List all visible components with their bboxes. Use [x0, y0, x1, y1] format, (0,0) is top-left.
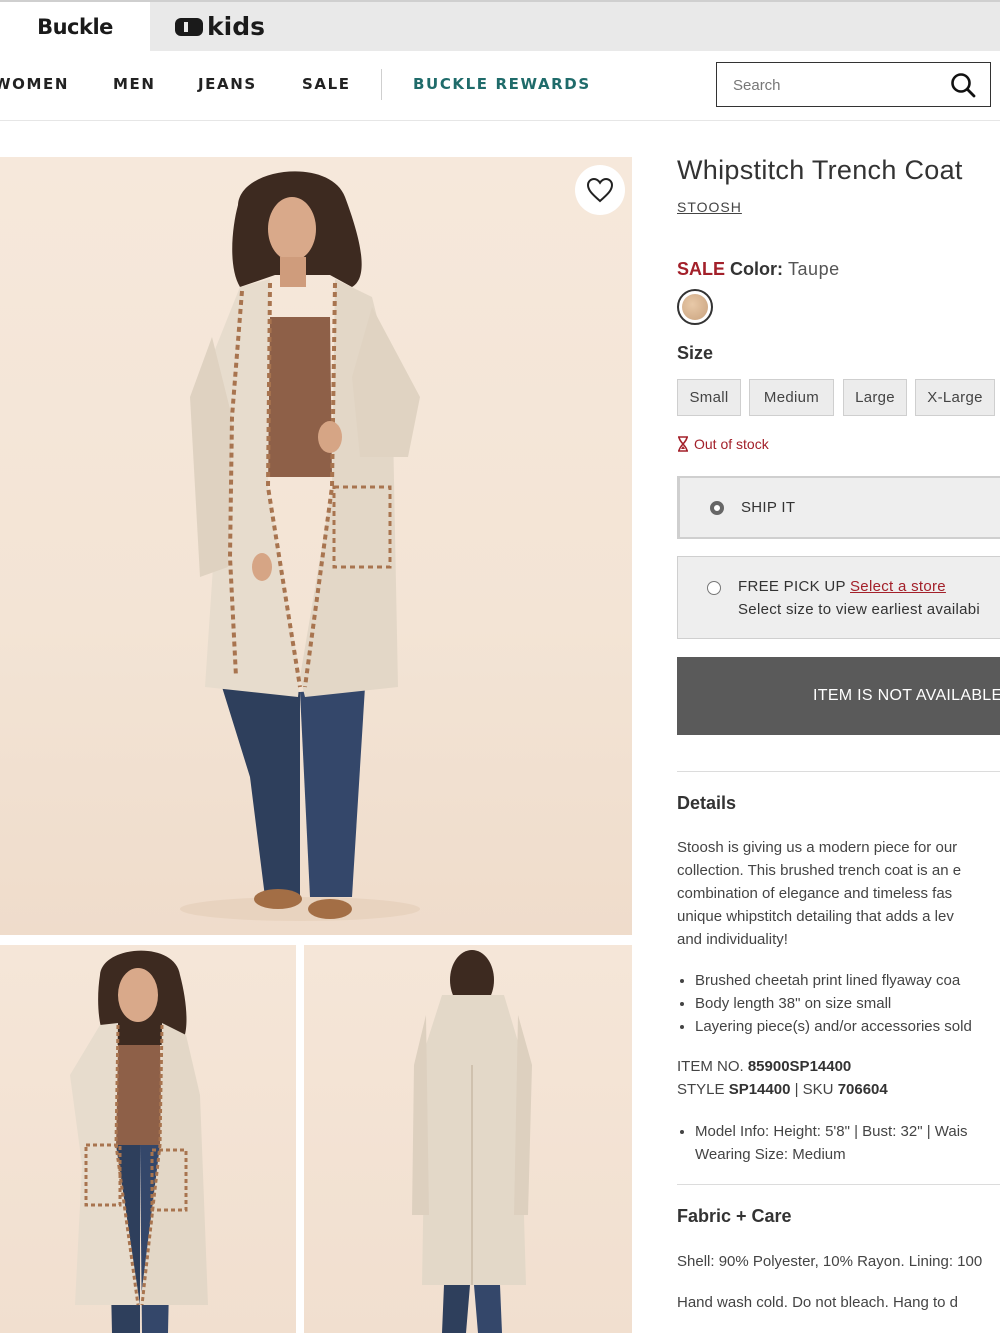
sale-label: SALE [677, 259, 726, 279]
item-number-value: 85900SP14400 [747, 1058, 852, 1075]
list-item: Body length 38" on size small [695, 992, 1000, 1015]
model-info-list: Model Info: Height: 5'8" | Bust: 32" | W… [677, 1120, 1000, 1166]
pickup-label: FREE PICK UP [738, 578, 846, 595]
stock-status: Out of stock [677, 436, 769, 452]
select-store-link[interactable]: Select a store [850, 578, 946, 595]
search-box [716, 62, 991, 107]
description-line: and individuality! [677, 931, 788, 948]
favorite-button[interactable] [575, 165, 625, 215]
buckle-kids-logo-icon [175, 17, 203, 36]
hourglass-icon [678, 436, 688, 452]
stock-status-text: Out of stock [694, 436, 769, 452]
main-nav: WOMEN MEN JEANS SALE BUCKLE REWARDS [0, 51, 1000, 121]
description-line: unique whipstitch detailing that adds a … [677, 908, 954, 925]
item-number-label: ITEM NO. [677, 1058, 744, 1075]
style-sku-line: STYLE SP14400 | SKU 706604 [677, 1081, 888, 1098]
ship-it-radio[interactable] [710, 501, 724, 515]
heart-icon [586, 177, 614, 203]
brand-bar: Buckle kids [0, 0, 1000, 51]
product-image-main[interactable] [0, 157, 632, 935]
model-info-line-2: Wearing Size: Medium [695, 1146, 846, 1163]
nav-divider [381, 69, 382, 100]
product-image-thumb-front[interactable] [0, 945, 296, 1333]
size-button-large[interactable]: Large [843, 379, 907, 416]
model-info-line-1: Model Info: Height: 5'8" | Bust: 32" | W… [695, 1123, 968, 1140]
swatch-fill [682, 294, 708, 320]
divider [677, 1184, 1000, 1185]
details-bullets: Brushed cheetah print lined flyaway coa … [677, 969, 1000, 1038]
model-front-illustration [180, 171, 420, 921]
color-line: SALE Color: Taupe [677, 259, 840, 280]
model-front-closeup-illustration [70, 950, 208, 1333]
buckle-brand-tab[interactable]: Buckle [0, 2, 150, 51]
product-brand-link[interactable]: STOOSH [677, 199, 742, 215]
details-description: Stoosh is giving us a modern piece for o… [677, 836, 1000, 951]
item-number-line: ITEM NO. 85900SP14400 [677, 1058, 851, 1075]
size-button-medium[interactable]: Medium [749, 379, 834, 416]
nav-item-men[interactable]: MEN [113, 75, 156, 93]
product-image-thumb-back[interactable] [304, 945, 632, 1333]
search-input[interactable] [731, 73, 935, 97]
kids-logo-text: kids [207, 12, 265, 41]
pickup-option[interactable]: FREE PICK UP Select a store Select size … [677, 556, 1000, 639]
sku-value: 706604 [837, 1081, 888, 1098]
nav-item-buckle-rewards[interactable]: BUCKLE REWARDS [413, 75, 591, 93]
pickup-radio[interactable] [707, 581, 721, 595]
kids-brand-tab[interactable]: kids [175, 2, 285, 51]
divider [677, 771, 1000, 772]
buckle-logo: Buckle [37, 14, 113, 39]
size-button-x-large[interactable]: X-Large [915, 379, 995, 416]
care-instructions: Hand wash cold. Do not bleach. Hang to d [677, 1294, 959, 1311]
style-value: SP14400 [728, 1081, 791, 1098]
nav-item-women[interactable]: WOMEN [0, 75, 69, 93]
size-button-small[interactable]: Small [677, 379, 741, 416]
pickup-label-line: FREE PICK UP Select a store [738, 578, 946, 595]
description-line: combination of elegance and timeless fas [677, 885, 953, 902]
details-heading[interactable]: Details [677, 793, 736, 814]
search-icon[interactable] [950, 72, 976, 98]
pickup-note: Select size to view earliest availabi [738, 601, 981, 618]
product-title: Whipstitch Trench Coat [677, 155, 963, 185]
ship-it-option[interactable]: SHIP IT [677, 476, 1000, 539]
model-info: Model Info: Height: 5'8" | Bust: 32" | W… [695, 1120, 1000, 1166]
nav-item-jeans[interactable]: JEANS [198, 75, 257, 93]
description-line: Stoosh is giving us a modern piece for o… [677, 839, 958, 856]
fabric-content: Shell: 90% Polyester, 10% Rayon. Lining:… [677, 1253, 983, 1270]
color-swatch-taupe[interactable] [677, 289, 713, 325]
size-label: Size [677, 343, 714, 363]
add-to-bag-button[interactable]: ITEM IS NOT AVAILABLE [677, 657, 1000, 735]
style-label: STYLE [677, 1081, 725, 1098]
ship-it-label: SHIP IT [741, 499, 796, 516]
fabric-care-heading[interactable]: Fabric + Care [677, 1206, 792, 1227]
color-label: Color: [730, 259, 784, 279]
nav-item-sale[interactable]: SALE [302, 75, 351, 93]
list-item: Layering piece(s) and/or accessories sol… [695, 1015, 1000, 1038]
model-back-illustration [412, 950, 532, 1333]
list-item: Brushed cheetah print lined flyaway coa [695, 969, 1000, 992]
color-value: Taupe [788, 259, 840, 279]
sku-label: | SKU [794, 1081, 834, 1098]
description-line: collection. This brushed trench coat is … [677, 862, 962, 879]
